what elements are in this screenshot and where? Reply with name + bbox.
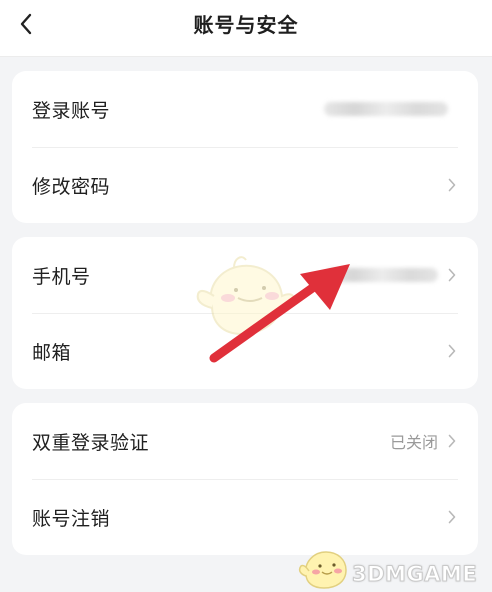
row-two-factor[interactable]: 双重登录验证 已关闭 (32, 403, 458, 480)
row-label: 登录账号 (32, 99, 111, 122)
row-email[interactable]: 邮箱 (32, 313, 458, 389)
phone-value-blurred (326, 268, 438, 282)
row-label: 邮箱 (32, 341, 72, 364)
row-label: 手机号 (32, 265, 91, 288)
row-change-password[interactable]: 修改密码 (32, 147, 458, 223)
site-watermark: 3DMGAME (351, 562, 478, 587)
row-cancel-account[interactable]: 账号注销 (32, 479, 458, 555)
row-label: 双重登录验证 (32, 431, 150, 454)
row-phone[interactable]: 手机号 (32, 237, 458, 314)
card-account: 登录账号 修改密码 (12, 71, 478, 223)
row-login-account[interactable]: 登录账号 (32, 71, 458, 148)
row-label: 账号注销 (32, 507, 111, 530)
card-security: 双重登录验证 已关闭 账号注销 (12, 403, 478, 555)
top-bar: 账号与安全 (0, 0, 492, 57)
chevron-right-icon (448, 267, 458, 283)
chevron-right-icon (448, 343, 458, 359)
card-contact: 手机号 邮箱 (12, 237, 478, 389)
chevron-right-icon (448, 177, 458, 193)
chevron-right-icon (448, 509, 458, 525)
two-factor-status: 已关闭 (389, 433, 438, 452)
page-title: 账号与安全 (193, 13, 299, 37)
account-value-blurred (324, 102, 448, 116)
chevron-right-icon (448, 433, 458, 449)
row-label: 修改密码 (32, 175, 111, 198)
